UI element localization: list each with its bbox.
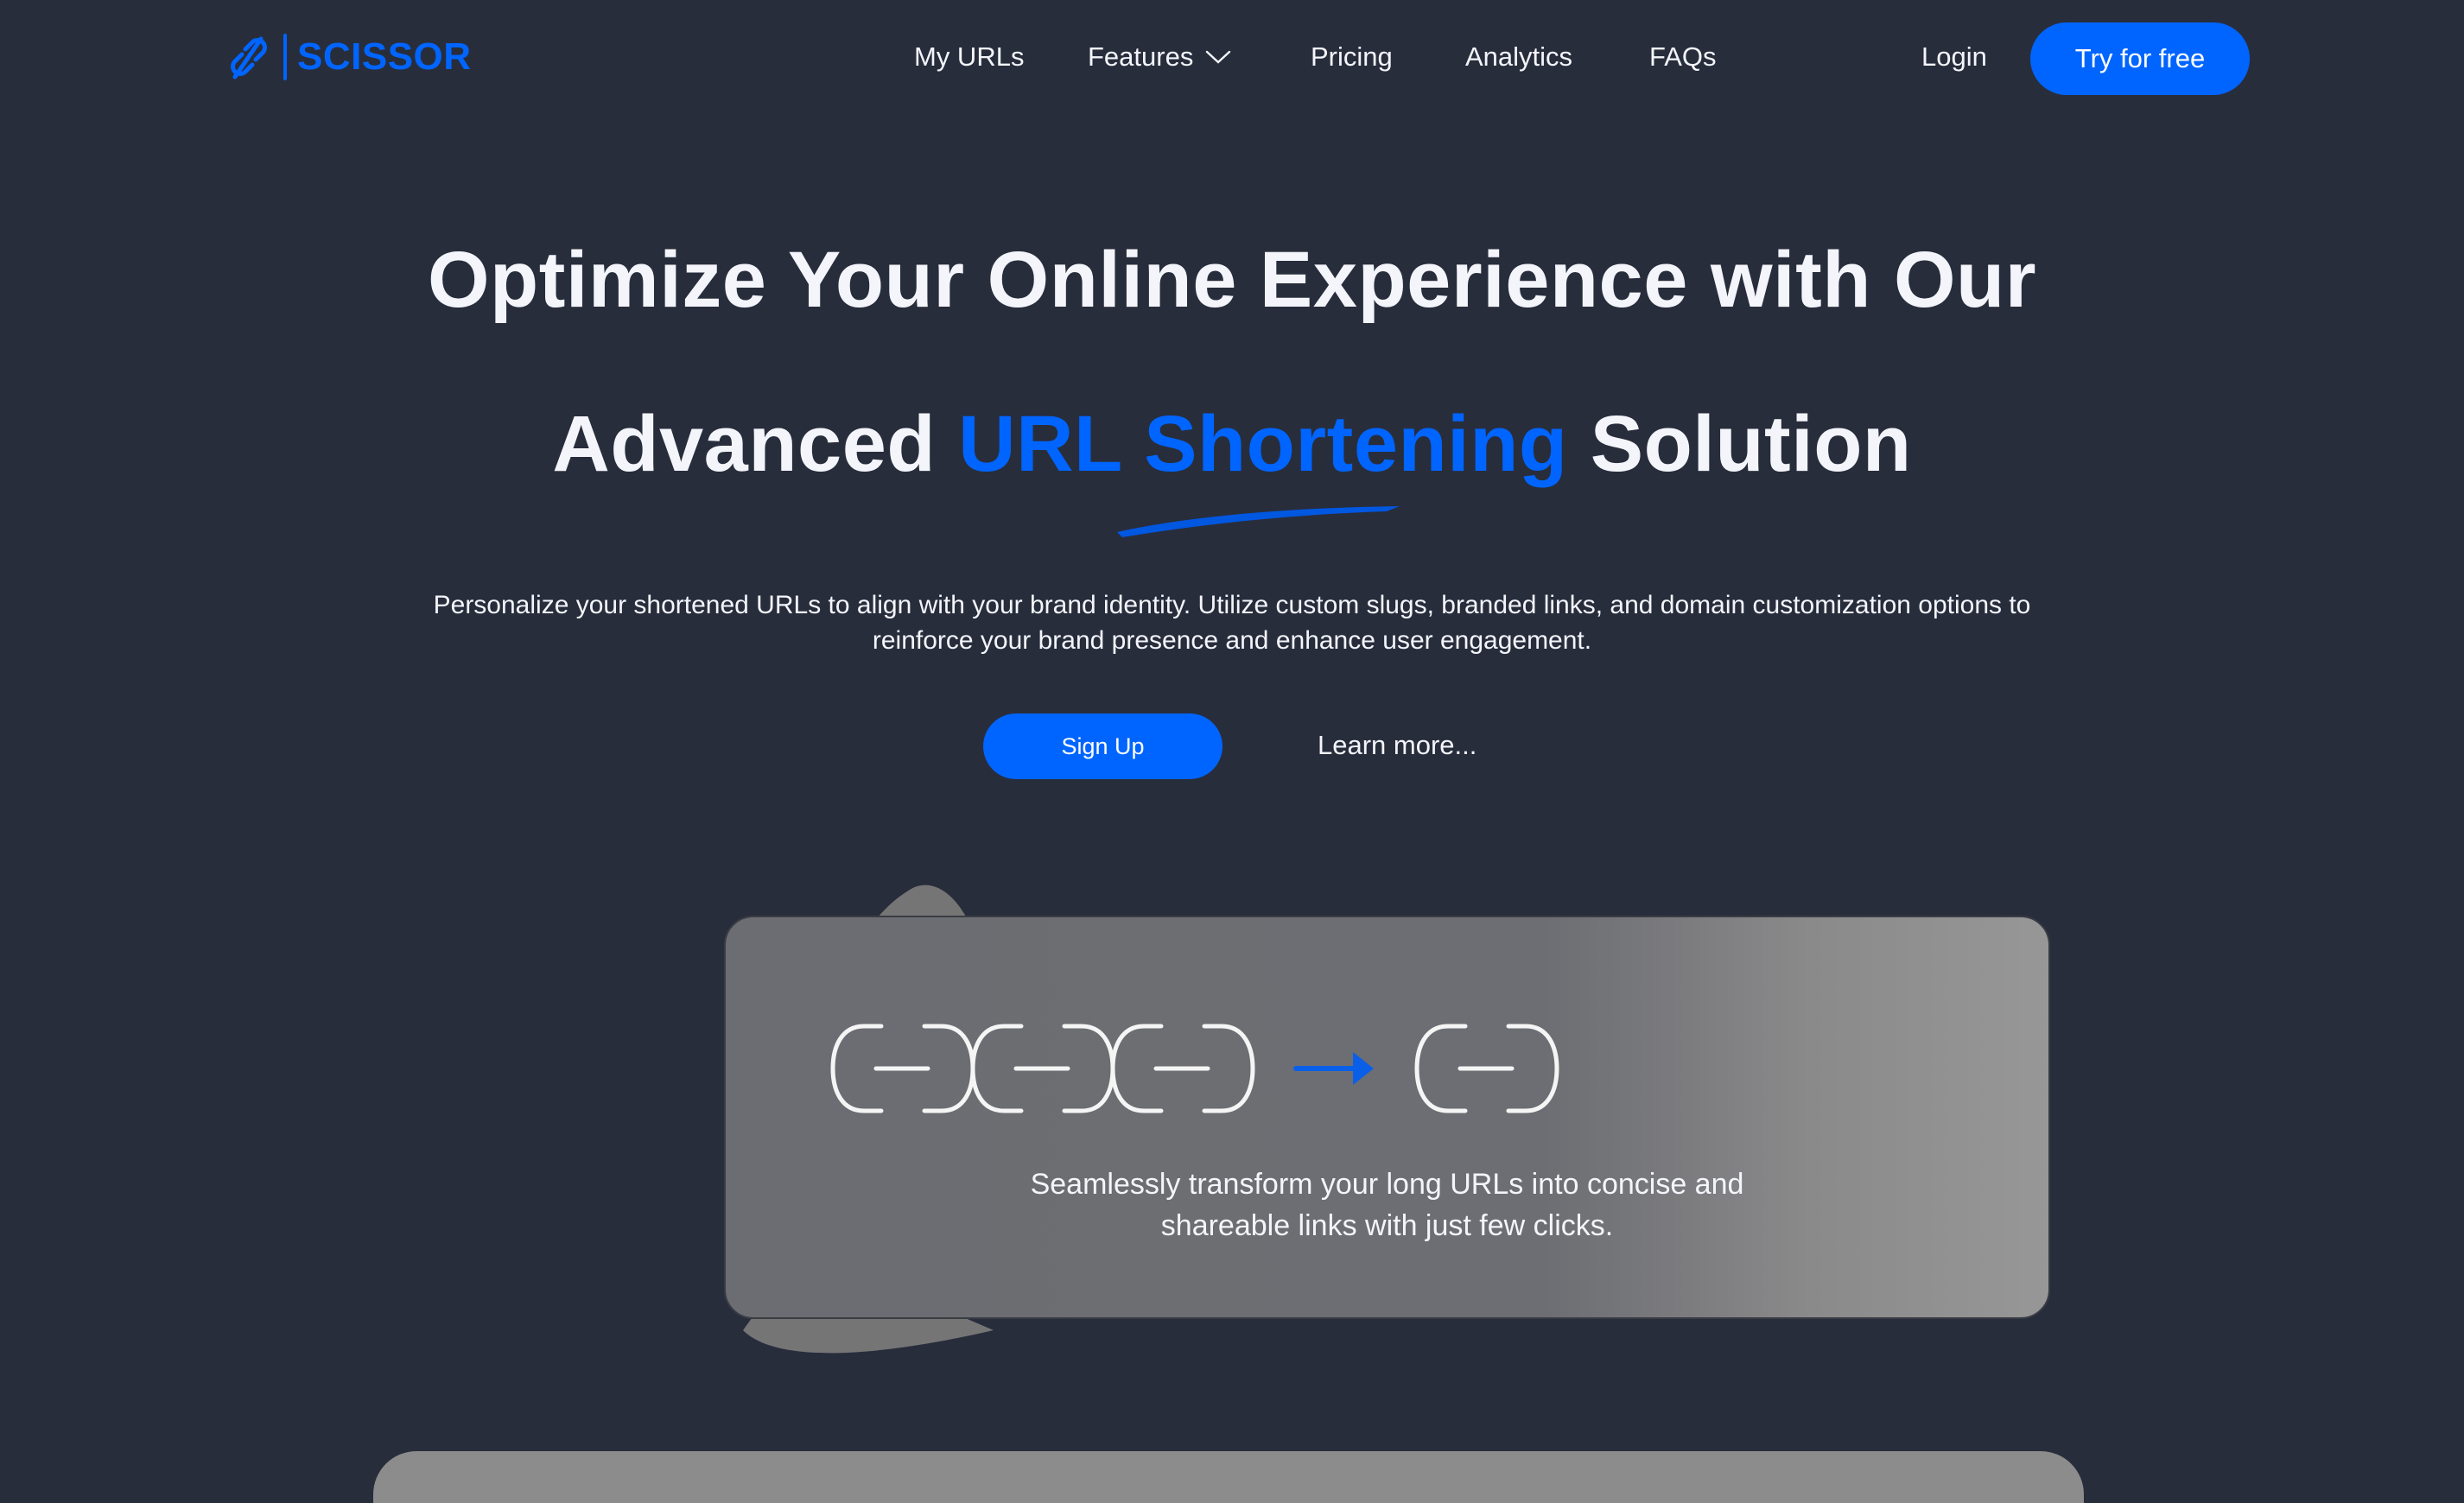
hero-title-prefix: Advanced xyxy=(552,400,959,488)
sign-up-button[interactable]: Sign Up xyxy=(983,713,1222,779)
broken-link-icon xyxy=(231,36,267,79)
learn-more-link[interactable]: Learn more... xyxy=(1318,724,1476,767)
underline-swoosh xyxy=(1117,506,1400,537)
try-for-free-button[interactable]: Try for free xyxy=(2030,22,2250,95)
arrow-right-icon xyxy=(1293,1052,1374,1085)
feature-card-text-line2: shareable links with just few clicks. xyxy=(1160,1209,1614,1242)
chain-link-icon xyxy=(830,1024,975,1113)
logo[interactable]: SCISSOR xyxy=(226,33,472,81)
long-chain-to-short-chain-illustration xyxy=(830,1024,1559,1113)
hero-title-accent: URL Shortening xyxy=(958,400,1568,488)
nav-features[interactable]: Features xyxy=(1088,35,1231,79)
logo-divider xyxy=(283,34,287,80)
hero-subtitle: Personalize your shortened URLs to align… xyxy=(433,591,2031,655)
nav-faqs[interactable]: FAQs xyxy=(1649,35,1717,79)
nav-analytics[interactable]: Analytics xyxy=(1465,35,1572,79)
chain-link-icon xyxy=(1110,1024,1255,1113)
login-link[interactable]: Login xyxy=(1921,35,1987,79)
chain-link-icon xyxy=(1414,1024,1559,1113)
site-header: SCISSOR My URLs Features Pricing Analyti… xyxy=(0,0,2464,116)
brand-name: SCISSOR xyxy=(297,35,472,78)
next-section-panel xyxy=(373,1451,2084,1503)
feature-card: Seamlessly transform your long URLs into… xyxy=(724,916,2050,1319)
chain-link-icon xyxy=(970,1024,1115,1113)
nav-pricing[interactable]: Pricing xyxy=(1311,35,1393,79)
nav-features-label: Features xyxy=(1088,41,1194,72)
hero-title-suffix: Solution xyxy=(1567,400,1912,488)
hero-title-line2: Advanced URL Shortening Solution xyxy=(0,399,2464,490)
hero-title-line1: Optimize Your Online Experience with Our xyxy=(427,236,2037,324)
nav-my-urls[interactable]: My URLs xyxy=(914,35,1024,79)
feature-card-text: Seamlessly transform your long URLs into… xyxy=(726,1164,2048,1246)
chevron-down-icon xyxy=(1206,50,1231,64)
feature-card-text-line1: Seamlessly transform your long URLs into… xyxy=(1030,1168,1744,1201)
